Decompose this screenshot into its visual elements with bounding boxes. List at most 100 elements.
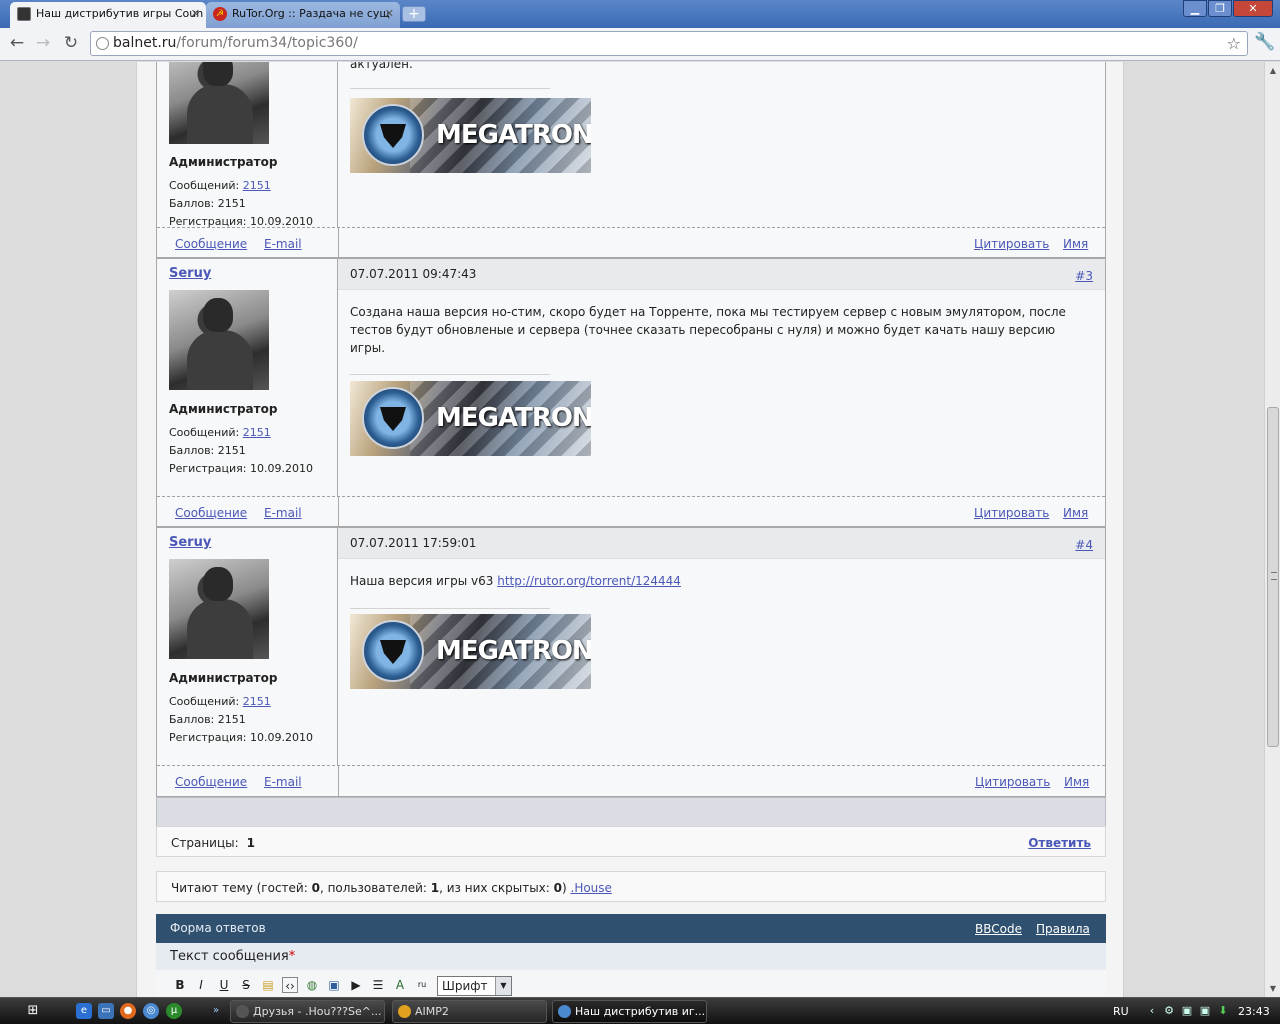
code-icon[interactable]: ‹› (282, 977, 298, 993)
wrench-menu-icon[interactable]: 🔧 (1254, 32, 1275, 52)
user-avatar (169, 290, 269, 390)
pagination-bar: Страницы: 1 Ответить (156, 826, 1106, 857)
utorrent-icon[interactable]: µ (166, 1003, 182, 1019)
new-tab-button[interactable]: + (402, 6, 426, 22)
post-author-panel: Seruy Администратор Сообщений: 2151 Балл… (157, 259, 338, 496)
close-tab-icon[interactable]: ✕ (191, 2, 200, 26)
reply-link[interactable]: Ответить (1028, 836, 1091, 850)
reader-user-link[interactable]: .House (571, 881, 612, 895)
post-date: 07.07.2011 17:59:01 (350, 536, 477, 550)
close-window-button[interactable]: ✕ (1233, 0, 1273, 17)
name-link[interactable]: Имя (1063, 506, 1088, 520)
required-mark: * (288, 949, 296, 964)
reload-icon[interactable]: ↻ (60, 32, 82, 54)
author-link[interactable]: Seruy (169, 266, 211, 281)
user-avatar (169, 62, 269, 144)
taskbar-button-aimp[interactable]: AIMP2 (392, 1000, 547, 1023)
clock: 23:43 (1238, 1005, 1270, 1018)
tab-rutor[interactable]: ☭ RuTor.Org :: Раздача не сущ ✕ (206, 2, 400, 28)
message-link[interactable]: Сообщение (175, 775, 247, 789)
forum-post: Администратор Сообщений: 2151 Баллов: 21… (156, 62, 1106, 259)
post-author-panel: Администратор Сообщений: 2151 Баллов: 21… (157, 62, 338, 228)
user-info: Сообщений: 2151 Баллов: 2151 Регистрация… (169, 693, 313, 747)
posts-count-link[interactable]: 2151 (243, 426, 271, 439)
message-link[interactable]: Сообщение (175, 506, 247, 520)
tray-expand-icon[interactable]: ‹ (1145, 1004, 1159, 1018)
message-link[interactable]: Сообщение (175, 237, 247, 251)
address-bar[interactable]: balnet.ru/forum/forum34/topic360/ ☆ (90, 31, 1248, 56)
user-role: Администратор (169, 155, 278, 169)
close-tab-icon[interactable]: ✕ (385, 2, 394, 26)
banner-text: MEGATRON (436, 403, 591, 433)
scroll-up-arrow-icon[interactable]: ▲ (1266, 63, 1280, 78)
post-text: Создана наша версия но-стим, скоро будет… (350, 305, 1066, 355)
torrent-link[interactable]: http://rutor.org/torrent/124444 (497, 574, 681, 588)
posts-label: Сообщений: (169, 426, 243, 439)
bookmark-star-icon[interactable]: ☆ (1227, 32, 1241, 55)
chrome-icon[interactable]: ◎ (143, 1003, 159, 1019)
page-scrollbar[interactable]: ▲ ▼ (1264, 62, 1280, 997)
signature-banner: MEGATRON (350, 98, 591, 173)
bold-button[interactable]: B (172, 977, 188, 993)
name-link[interactable]: Имя (1064, 775, 1089, 789)
signature-banner: MEGATRON (350, 381, 591, 456)
language-indicator[interactable]: RU (1113, 1005, 1129, 1018)
italic-button[interactable]: I (193, 977, 209, 993)
ie-icon[interactable]: e (76, 1003, 92, 1019)
image-icon[interactable]: ▣ (326, 977, 342, 993)
network-icon-2[interactable]: ▣ (1198, 1004, 1212, 1018)
quote-link[interactable]: Цитировать (974, 506, 1049, 520)
minimize-window-button[interactable]: ▁ (1183, 0, 1207, 17)
globe-icon (96, 37, 109, 50)
back-arrow-icon[interactable]: ← (6, 32, 28, 54)
font-color-icon[interactable]: A (392, 977, 408, 993)
post-text: актуален. (350, 62, 413, 71)
underline-button[interactable]: U (216, 977, 232, 993)
post-footer: Сообщение E-mail Цитировать Имя (157, 496, 1105, 527)
taskbar-button-chrome[interactable]: Наш дистрибутив иг... (552, 1000, 707, 1023)
strike-button[interactable]: S (238, 977, 254, 993)
forum-post: Seruy Администратор Сообщений: 2151 Балл… (156, 257, 1106, 528)
show-desktop-icon[interactable]: ▭ (98, 1003, 114, 1019)
network-icon[interactable]: ▣ (1180, 1004, 1194, 1018)
posts-count-link[interactable]: 2151 (243, 695, 271, 708)
rules-link[interactable]: Правила (1036, 922, 1090, 936)
quote-link[interactable]: Цитировать (975, 775, 1050, 789)
scroll-down-arrow-icon[interactable]: ▼ (1266, 981, 1280, 996)
font-select[interactable]: Шрифт ▼ (437, 976, 512, 996)
more-quicklaunch-icon[interactable]: » (208, 1003, 224, 1019)
reply-form-header: Форма ответов BBCode Правила (156, 914, 1106, 943)
posts-count-link[interactable]: 2151 (243, 179, 271, 192)
post-footer: Сообщение E-mail Цитировать Имя (157, 765, 1105, 796)
tab-forum[interactable]: Наш дистрибутив игры Coun ✕ (10, 2, 206, 28)
forward-arrow-icon[interactable]: → (32, 32, 54, 54)
tab-strip: Наш дистрибутив игры Coun ✕ ☭ RuTor.Org … (0, 0, 1280, 28)
user-role: Администратор (169, 671, 278, 685)
link-icon[interactable]: ◍ (304, 977, 320, 993)
bbcode-link[interactable]: BBCode (975, 922, 1022, 936)
post-date: 07.07.2011 09:47:43 (350, 267, 477, 281)
translit-icon[interactable]: ru (414, 977, 430, 993)
scrollbar-thumb[interactable] (1267, 407, 1279, 747)
email-link[interactable]: E-mail (264, 506, 302, 520)
email-link[interactable]: E-mail (264, 237, 302, 251)
post-body: актуален. MEGATRON (338, 62, 1105, 227)
author-link[interactable]: Seruy (169, 535, 211, 550)
email-link[interactable]: E-mail (264, 775, 302, 789)
post-number-link[interactable]: #4 (1075, 538, 1093, 552)
list-icon[interactable]: ☰ (370, 977, 386, 993)
start-button[interactable]: ⊞ (0, 1000, 66, 1023)
quote-icon[interactable]: ▤ (260, 977, 276, 993)
post-number-link[interactable]: #3 (1075, 269, 1093, 283)
taskbar-button-steam[interactable]: Друзья - .Hou???Se^... (230, 1000, 385, 1023)
name-link[interactable]: Имя (1063, 237, 1088, 251)
steam-tray-icon[interactable]: ⚙ (1162, 1004, 1176, 1018)
decepticon-emblem-icon (362, 104, 424, 166)
utorrent-tray-icon[interactable]: ⬇ (1216, 1004, 1230, 1018)
site-favicon-icon (17, 7, 31, 21)
maximize-window-button[interactable]: ❐ (1208, 0, 1232, 17)
quote-link[interactable]: Цитировать (974, 237, 1049, 251)
banner-text: MEGATRON (436, 120, 591, 150)
media-icon[interactable]: ▶ (348, 977, 364, 993)
firefox-icon[interactable]: ● (120, 1003, 136, 1019)
